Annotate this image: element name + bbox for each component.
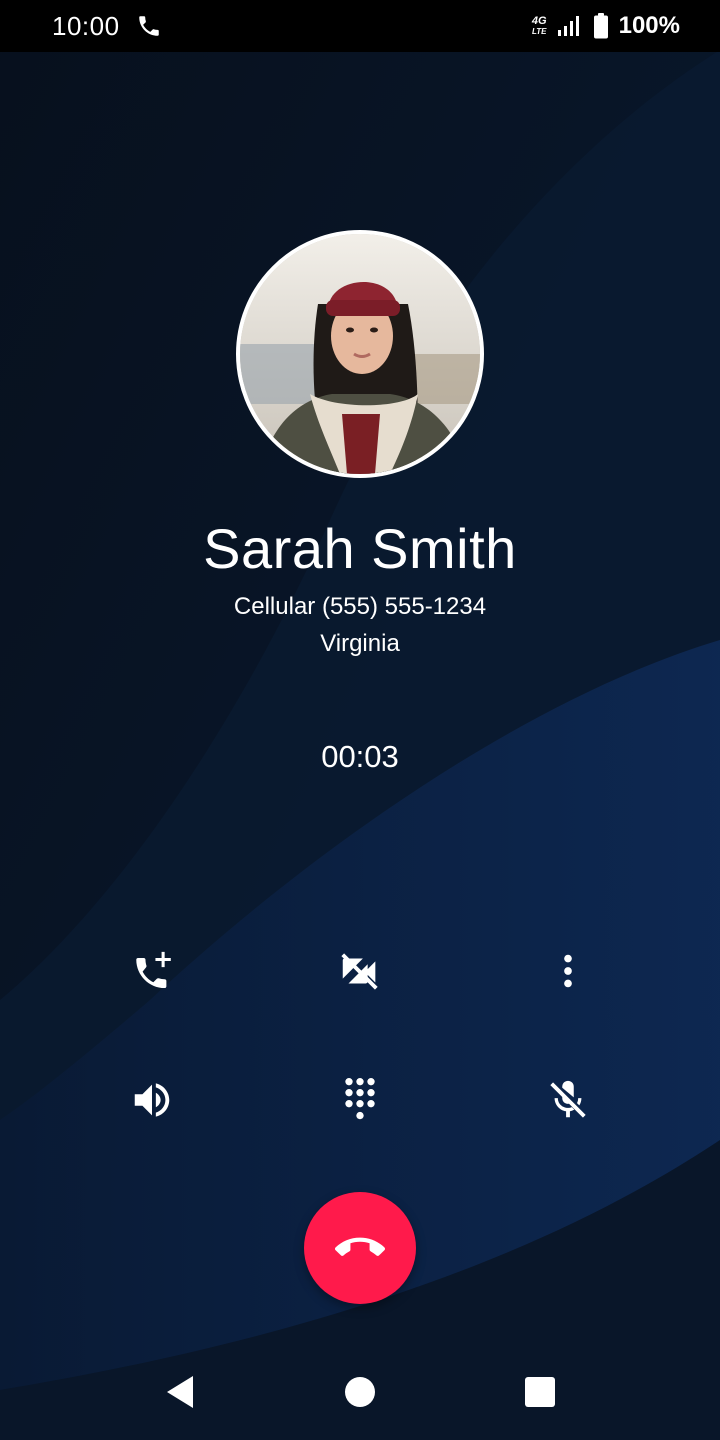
caller-number: Cellular (555) 555-1234 bbox=[233, 593, 487, 620]
nav-recents-button[interactable] bbox=[500, 1352, 580, 1432]
back-icon bbox=[163, 1374, 197, 1410]
caller-name: Sarah Smith bbox=[203, 517, 517, 580]
video-toggle-button[interactable] bbox=[312, 923, 408, 1019]
dialpad-icon bbox=[338, 1076, 382, 1124]
phone-call-icon bbox=[136, 13, 162, 39]
caller-location: Virginia bbox=[320, 630, 400, 657]
dialpad-button[interactable] bbox=[312, 1052, 408, 1148]
more-options-button[interactable] bbox=[520, 923, 616, 1019]
nav-back-button[interactable] bbox=[140, 1352, 220, 1432]
call-end-icon bbox=[335, 1223, 385, 1273]
speaker-icon bbox=[129, 1077, 175, 1123]
battery-percent: 100% bbox=[618, 12, 680, 39]
video-off-icon bbox=[337, 948, 383, 994]
mic-off-icon bbox=[545, 1077, 591, 1123]
home-icon bbox=[344, 1376, 376, 1408]
mute-button[interactable] bbox=[520, 1052, 616, 1148]
status-time: 10:00 bbox=[52, 10, 120, 41]
signal-icon bbox=[557, 14, 583, 38]
call-timer: 00:03 bbox=[321, 739, 399, 774]
contact-photo bbox=[236, 230, 484, 478]
nav-home-button[interactable] bbox=[320, 1352, 400, 1432]
add-call-icon bbox=[129, 948, 175, 994]
status-bar: 10:00 4G LTE 100% bbox=[0, 0, 720, 52]
network-type: 4G LTE bbox=[531, 14, 547, 36]
speaker-button[interactable] bbox=[104, 1052, 200, 1148]
end-call-button[interactable] bbox=[304, 1192, 416, 1304]
more-vert-icon bbox=[545, 948, 591, 994]
recents-icon bbox=[525, 1377, 555, 1407]
add-call-button[interactable] bbox=[104, 923, 200, 1019]
battery-icon bbox=[593, 13, 609, 39]
